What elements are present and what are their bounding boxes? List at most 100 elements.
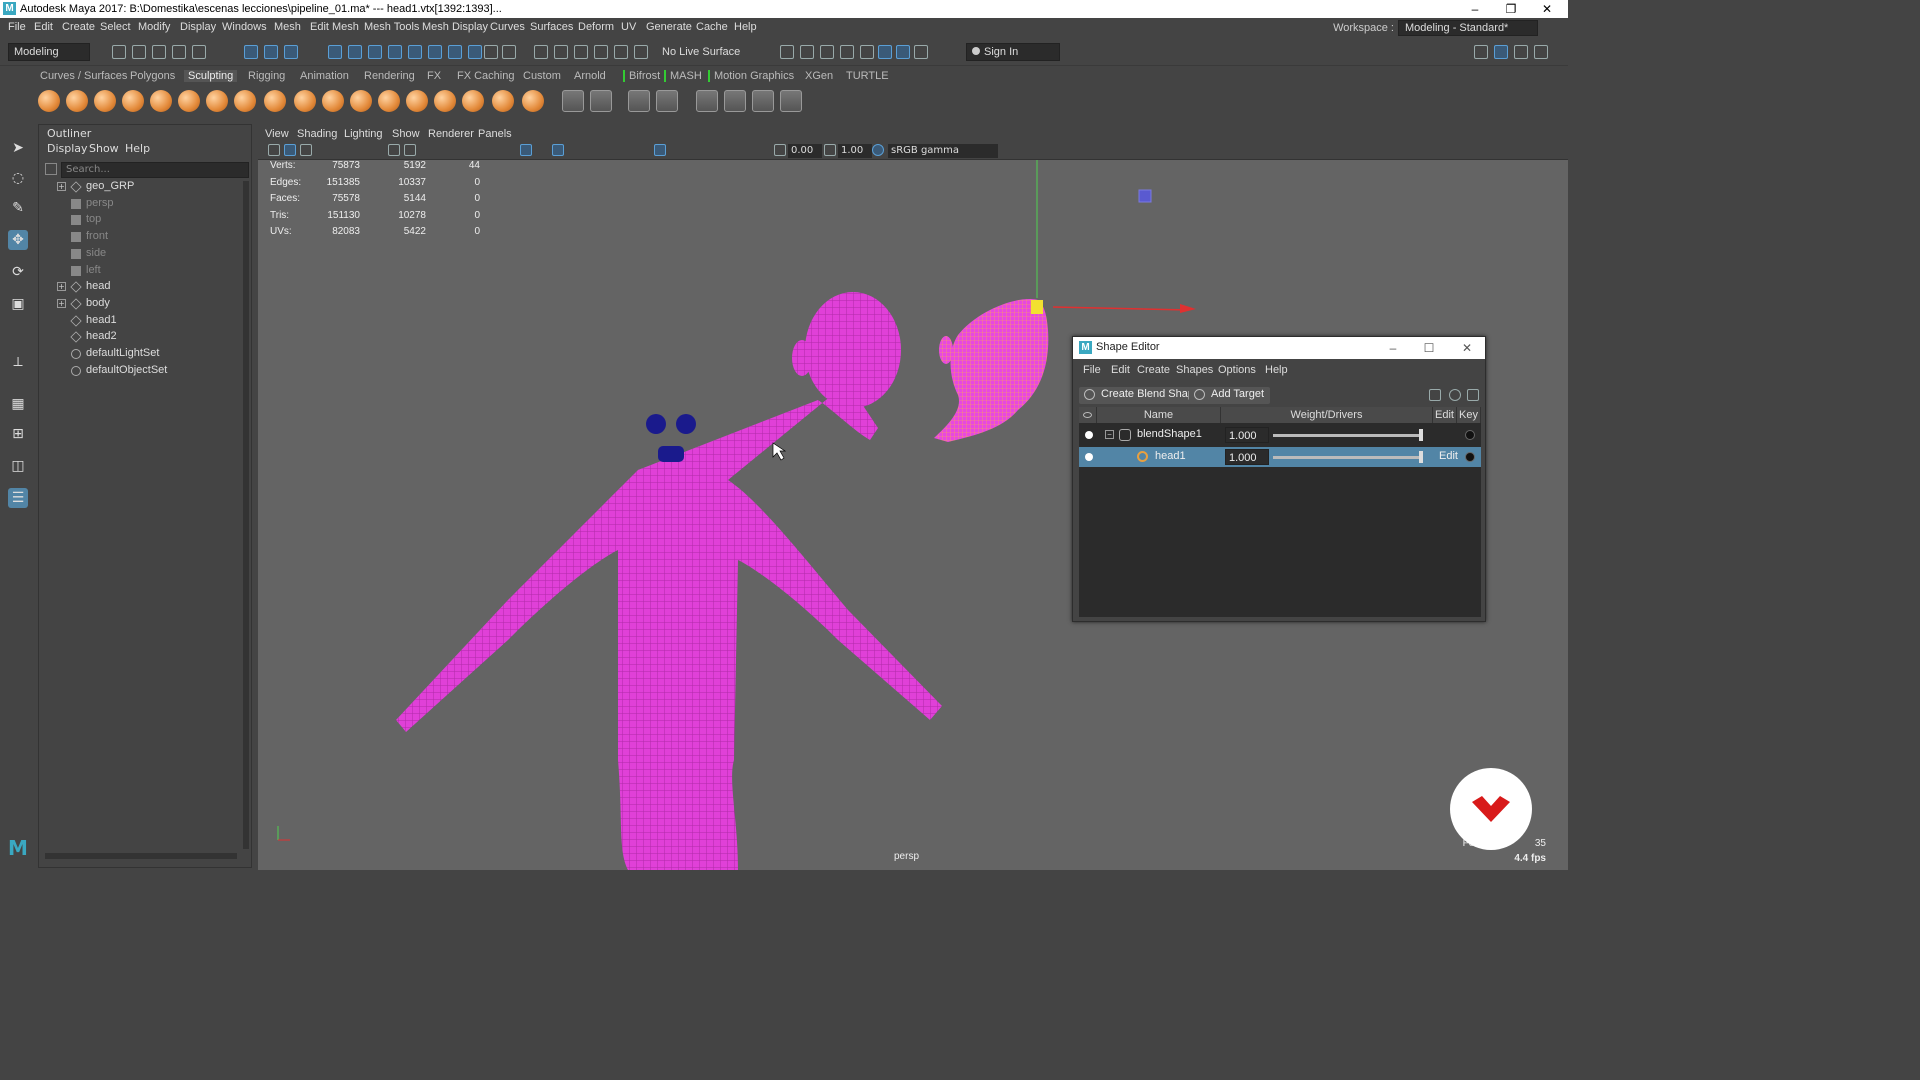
vp-menu-lighting[interactable]: Lighting [344, 128, 383, 140]
shelf-tab-turtle[interactable]: TURTLE [846, 70, 889, 82]
se-menu-create[interactable]: Create [1137, 364, 1170, 376]
outliner-item[interactable]: front [39, 229, 239, 245]
menu-mesh-display[interactable]: Mesh Display [422, 21, 488, 33]
flatten-tool-icon[interactable] [178, 90, 200, 112]
vp-menu-panels[interactable]: Panels [478, 128, 512, 140]
bulge-tool-icon[interactable] [462, 90, 484, 112]
last-tool-icon[interactable]: ⟂ [8, 352, 28, 372]
shelf-tab-fx[interactable]: FX [427, 70, 441, 82]
scrape-tool-icon[interactable] [350, 90, 372, 112]
key-icon[interactable] [1465, 430, 1475, 440]
eye-left-mesh[interactable] [646, 414, 666, 434]
select-tool-icon[interactable]: ➤ [8, 138, 28, 158]
snap-grid-icon[interactable] [328, 45, 342, 59]
head-mesh[interactable] [805, 292, 901, 408]
outliner-item[interactable]: defaultObjectSet [39, 363, 239, 379]
snap-view-icon[interactable] [388, 45, 402, 59]
gamma-icon[interactable] [824, 144, 836, 156]
knife-tool-icon[interactable] [406, 90, 428, 112]
edit-target-button[interactable]: Edit [1439, 450, 1458, 462]
minimize-button[interactable]: – [1460, 1, 1490, 17]
sculpt-tool-icon[interactable] [38, 90, 60, 112]
outliner-item[interactable]: head1 [39, 313, 239, 329]
isolate-select-icon[interactable] [654, 144, 666, 156]
blend-shape-row[interactable]: head1 1.000 Edit [1079, 447, 1481, 467]
menu-display[interactable]: Display [180, 21, 216, 33]
menuset-dropdown[interactable]: Modeling [8, 43, 90, 61]
blend-shape-row[interactable]: − blendShape1 1.000 [1079, 425, 1481, 445]
weight-column-header[interactable]: Weight/Drivers [1221, 407, 1433, 423]
outliner-item[interactable]: + body [39, 296, 239, 312]
outliner-menu-help[interactable]: Help [125, 142, 150, 155]
select-hierarchy-icon[interactable] [244, 45, 258, 59]
shape-editor-close-button[interactable]: ✕ [1453, 339, 1481, 357]
outliner-item[interactable]: side [39, 246, 239, 262]
lock-icon[interactable] [484, 45, 498, 59]
restore-button[interactable]: ❐ [1496, 1, 1526, 17]
expand-icon[interactable]: + [57, 282, 66, 292]
scale-manipulator-handle[interactable] [1138, 189, 1152, 203]
snap-curve-icon[interactable] [348, 45, 362, 59]
weight-field[interactable]: 1.000 [1225, 427, 1269, 443]
selected-vertices-marker[interactable] [1031, 300, 1043, 314]
shelf-tab-animation[interactable]: Animation [300, 70, 349, 82]
visibility-toggle-icon[interactable] [1085, 453, 1093, 461]
visibility-toggle-icon[interactable] [1085, 431, 1093, 439]
menu-mesh-tools[interactable]: Mesh Tools [364, 21, 419, 33]
pause-viewport-icon[interactable] [914, 45, 928, 59]
menu-file[interactable]: File [8, 21, 26, 33]
magnet-icon[interactable] [574, 45, 588, 59]
new-folder-icon[interactable] [1429, 389, 1441, 401]
se-menu-file[interactable]: File [1083, 364, 1101, 376]
wire-tool-icon[interactable] [752, 90, 774, 112]
bookmark-icon[interactable] [300, 144, 312, 156]
move-tool-icon[interactable]: ✥ [8, 230, 28, 250]
shelf-tab-motion-graphics[interactable]: Motion Graphics [708, 70, 794, 82]
blend-shape-icon[interactable] [628, 90, 650, 112]
stamp-icon[interactable] [590, 90, 612, 112]
shelf-tab-xgen[interactable]: XGen [805, 70, 833, 82]
weight-slider-handle[interactable] [1419, 451, 1423, 463]
edit-column-header[interactable]: Edit [1433, 407, 1457, 423]
outliner-menu-show[interactable]: Show [89, 142, 119, 155]
exposure-icon[interactable] [774, 144, 786, 156]
snap-vertex-icon[interactable] [428, 45, 442, 59]
snap-point-icon[interactable] [368, 45, 382, 59]
menu-curves[interactable]: Curves [490, 21, 525, 33]
menu-modify[interactable]: Modify [138, 21, 170, 33]
mask-settings-icon[interactable] [562, 90, 584, 112]
teeth-mesh[interactable] [658, 446, 684, 462]
outliner-filter-icon[interactable] [45, 163, 57, 175]
head1-target-mesh[interactable] [934, 299, 1049, 442]
refresh-icon[interactable] [1449, 389, 1461, 401]
ipr-render-icon[interactable] [820, 45, 834, 59]
spray-tool-icon[interactable] [234, 90, 256, 112]
shelf-tab-bifrost[interactable]: Bifrost [623, 70, 660, 82]
fill-tool-icon[interactable] [378, 90, 400, 112]
se-menu-shapes[interactable]: Shapes [1176, 364, 1213, 376]
attribute-editor-icon[interactable] [1494, 45, 1508, 59]
menu-mesh[interactable]: Mesh [274, 21, 301, 33]
amplify-tool-icon[interactable] [492, 90, 514, 112]
outliner-item[interactable]: top [39, 212, 239, 228]
select-component-icon[interactable] [284, 45, 298, 59]
outliner-item[interactable]: + head [39, 279, 239, 295]
pinch-tool-icon[interactable] [150, 90, 172, 112]
weight-slider[interactable] [1273, 456, 1423, 459]
shape-editor-title-bar[interactable]: M Shape Editor – ☐ ✕ [1073, 337, 1485, 359]
shape-editor-minimize-button[interactable]: – [1379, 339, 1407, 357]
input-ops-icon[interactable] [502, 45, 516, 59]
imprint-tool-icon[interactable] [294, 90, 316, 112]
shelf-tab-arnold[interactable]: Arnold [574, 70, 606, 82]
undo-icon[interactable] [172, 45, 186, 59]
construction-history-icon[interactable] [554, 45, 568, 59]
move-manipulator-x-arrow[interactable] [1180, 304, 1196, 313]
weight-slider-handle[interactable] [1419, 429, 1423, 441]
workspace-selector[interactable]: Workspace : Modeling - Standard* [1333, 20, 1538, 36]
save-scene-icon[interactable] [152, 45, 166, 59]
menu-generate[interactable]: Generate [646, 21, 692, 33]
menu-select[interactable]: Select [100, 21, 131, 33]
key-icon[interactable] [1465, 452, 1475, 462]
menu-uv[interactable]: UV [621, 21, 636, 33]
outliner-item[interactable]: persp [39, 196, 239, 212]
